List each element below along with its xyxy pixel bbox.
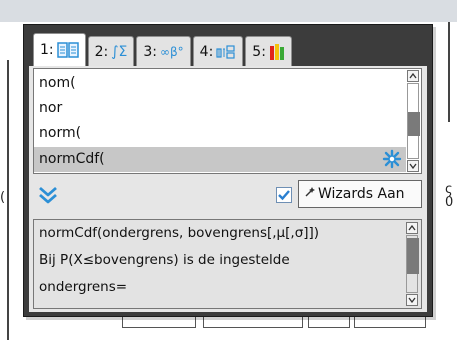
scroll-up-button[interactable] <box>407 70 419 82</box>
page-border-left <box>7 60 9 340</box>
help-syntax: normCdf(ondergrens, bovengrens[,μ[,σ]]) <box>39 225 320 241</box>
scroll-thumb[interactable] <box>408 112 420 136</box>
chevron-down-icon <box>409 163 417 169</box>
tab-math-templates[interactable]: 2: ∫Σ <box>87 36 135 66</box>
wand-icon <box>304 186 316 202</box>
scroll-thumb[interactable] <box>407 238 419 274</box>
collapse-toggle[interactable] <box>37 185 59 205</box>
tab-number: 1: <box>40 42 54 58</box>
catalog-panel: nom( nor norm( normCdf(Wizards Aan norm… <box>29 66 427 312</box>
command-list: nom( nor norm( normCdf( <box>33 68 422 174</box>
library-icon <box>216 44 236 60</box>
background-text-fragment: ς0 <box>445 182 454 210</box>
scroll-down-button[interactable] <box>407 160 419 172</box>
tab-symbols[interactable]: 3: ∞β° <box>136 36 191 66</box>
catalog-tabs: 1: 2: ∫Σ 3: ∞β° 4: 5: <box>33 33 292 67</box>
math-templates-icon: ∫Σ <box>111 43 128 60</box>
list-item-label: normCdf( <box>39 151 105 167</box>
chevron-up-icon <box>409 73 417 79</box>
wizards-label: Wizards Aan <box>318 186 405 202</box>
tab-number: 3: <box>143 43 158 60</box>
list-item-selected[interactable]: normCdf( <box>34 147 406 172</box>
help-pane: normCdf(ondergrens, bovengrens[,μ[,σ]]) … <box>33 219 422 309</box>
scroll-track[interactable] <box>406 235 419 293</box>
wizards-checkbox[interactable] <box>276 187 292 203</box>
symbols-icon: ∞β° <box>160 44 184 59</box>
tab-number: 4: <box>199 43 214 60</box>
help-description: Bij P(X≤bovengrens) is de ingestelde <box>39 252 290 268</box>
chevron-down-icon <box>408 297 416 303</box>
tab-units[interactable]: 5: <box>245 36 292 66</box>
tab-catalog[interactable]: 1: <box>33 33 86 66</box>
background-text-fragment: ( <box>0 190 6 205</box>
checkmark-icon <box>278 190 290 201</box>
catalog-book-icon <box>56 41 79 59</box>
tab-library[interactable]: 4: <box>192 36 244 66</box>
double-chevron-down-icon <box>39 186 57 204</box>
help-description: ondergrens= <box>39 279 128 295</box>
units-icon <box>269 43 285 61</box>
scroll-down-button[interactable] <box>406 294 418 306</box>
list-scrollbar[interactable] <box>407 70 420 172</box>
help-scrollbar[interactable] <box>406 222 419 306</box>
wizards-toggle-button[interactable]: Wizards Aan <box>298 180 422 208</box>
list-item[interactable]: nom( <box>34 71 406 96</box>
list-item[interactable]: nor <box>34 96 406 121</box>
catalog-dialog: 1: 2: ∫Σ 3: ∞β° 4: 5: nom(nor norm(nor… <box>23 24 433 317</box>
list-item[interactable]: norm( <box>34 121 406 146</box>
wizard-star-icon <box>382 149 402 178</box>
page-border-right <box>448 22 450 122</box>
document-toolbar <box>0 0 457 23</box>
scroll-up-button[interactable] <box>406 222 418 234</box>
tab-number: 2: <box>94 43 109 60</box>
scroll-track[interactable] <box>407 83 420 159</box>
chevron-up-icon <box>408 225 416 231</box>
tab-number: 5: <box>252 43 266 60</box>
